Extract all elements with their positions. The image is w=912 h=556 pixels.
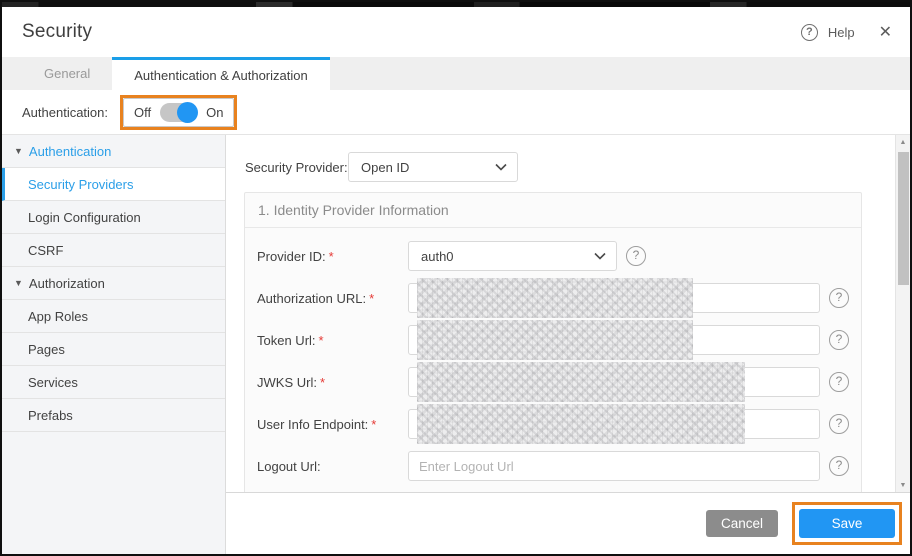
required-asterisk: *	[329, 249, 334, 264]
logout-url-input-box	[408, 451, 820, 481]
security-provider-select[interactable]: Open ID	[348, 152, 518, 182]
header-actions: ? Help ✕	[801, 22, 892, 42]
redacted-value-blur	[417, 362, 745, 402]
field-label: JWKS Url:*	[257, 375, 408, 390]
scroll-up-icon[interactable]: ▲	[900, 135, 907, 149]
dialog-footer: Cancel Save	[226, 492, 910, 554]
dialog-body: ▼ Authentication Security Providers Logi…	[2, 134, 910, 554]
field-row-token-url: Token Url:* ?	[245, 319, 861, 361]
field-help-icon[interactable]: ?	[626, 246, 646, 266]
security-provider-row: Security Provider: Open ID	[245, 152, 895, 182]
field-label: Provider ID:*	[257, 249, 408, 264]
redacted-value-blur	[417, 404, 745, 444]
toggle-on-label: On	[206, 105, 223, 120]
field-row-provider-id: Provider ID:* auth0 ?	[245, 235, 861, 277]
field-row-jwks-url: JWKS Url:* ?	[245, 361, 861, 403]
toggle-knob	[177, 102, 198, 123]
authorization-url-input[interactable]	[408, 283, 820, 313]
dialog-header: Security ? Help ✕	[2, 7, 910, 57]
scroll-viewport: Security Provider: Open ID 1. Identity P…	[226, 135, 910, 492]
authentication-toggle[interactable]: Off On	[123, 98, 234, 127]
token-url-input[interactable]	[408, 325, 820, 355]
field-label: Token Url:*	[257, 333, 408, 348]
chevron-down-icon	[594, 252, 606, 260]
redacted-value-blur	[417, 278, 693, 318]
scroll-down-icon[interactable]: ▼	[900, 478, 907, 492]
authentication-label: Authentication:	[22, 105, 108, 120]
chevron-down-icon	[495, 163, 507, 171]
provider-id-value: auth0	[421, 249, 454, 264]
user-info-endpoint-input[interactable]	[408, 409, 820, 439]
help-link[interactable]: Help	[828, 25, 855, 40]
required-asterisk: *	[369, 291, 374, 306]
provider-id-select[interactable]: auth0	[408, 241, 617, 271]
security-provider-form: Security Provider: Open ID 1. Identity P…	[226, 135, 895, 492]
tab-authentication-authorization[interactable]: Authentication & Authorization	[112, 57, 329, 90]
tab-bar: General Authentication & Authorization	[2, 57, 910, 90]
sidebar-item-services[interactable]: Services	[2, 366, 225, 399]
triangle-down-icon: ▼	[14, 278, 23, 288]
scrollbar-thumb[interactable]	[898, 152, 909, 285]
field-label: User Info Endpoint:*	[257, 417, 408, 432]
redacted-value-blur	[417, 320, 693, 360]
required-asterisk: *	[319, 333, 324, 348]
field-help-icon[interactable]: ?	[829, 456, 849, 476]
toggle-switch[interactable]	[160, 103, 197, 122]
field-help-icon[interactable]: ?	[829, 288, 849, 308]
tab-general[interactable]: General	[22, 57, 112, 90]
sidebar-item-csrf[interactable]: CSRF	[2, 234, 225, 267]
logout-url-input[interactable]	[409, 452, 819, 480]
security-dialog: Security ? Help ✕ General Authentication…	[2, 7, 910, 554]
close-icon[interactable]: ✕	[879, 22, 892, 42]
orange-highlight-box: Off On	[120, 95, 237, 130]
field-help-icon[interactable]: ?	[829, 330, 849, 350]
sidebar: ▼ Authentication Security Providers Logi…	[2, 135, 226, 554]
required-asterisk: *	[320, 375, 325, 390]
security-provider-value: Open ID	[361, 160, 409, 175]
security-dialog-window: Security ? Help ✕ General Authentication…	[0, 0, 912, 556]
identity-provider-panel: 1. Identity Provider Information Provide…	[244, 192, 862, 492]
field-help-icon[interactable]: ?	[829, 414, 849, 434]
sidebar-group-label: Authentication	[29, 144, 111, 159]
sidebar-item-login-configuration[interactable]: Login Configuration	[2, 201, 225, 234]
field-row-authorization-url: Authorization URL:* ?	[245, 277, 861, 319]
identity-provider-fields: Provider ID:* auth0 ?	[245, 228, 861, 487]
security-provider-label: Security Provider:	[245, 160, 348, 175]
authentication-toggle-row: Authentication: Off On	[2, 90, 910, 134]
field-row-logout-url: Logout Url: ?	[245, 445, 861, 487]
main-panel: Security Provider: Open ID 1. Identity P…	[226, 135, 910, 554]
orange-highlight-box: Save	[792, 502, 902, 545]
page-title: Security	[22, 21, 92, 43]
toggle-off-label: Off	[134, 105, 151, 120]
field-label: Authorization URL:*	[257, 291, 408, 306]
sidebar-group-label: Authorization	[29, 276, 105, 291]
sidebar-item-prefabs[interactable]: Prefabs	[2, 399, 225, 432]
field-help-icon[interactable]: ?	[829, 372, 849, 392]
triangle-down-icon: ▼	[14, 146, 23, 156]
sidebar-group-authentication[interactable]: ▼ Authentication	[2, 135, 225, 168]
cancel-button[interactable]: Cancel	[706, 510, 778, 537]
sidebar-item-security-providers[interactable]: Security Providers	[2, 168, 225, 201]
sidebar-item-pages[interactable]: Pages	[2, 333, 225, 366]
help-icon[interactable]: ?	[801, 24, 818, 41]
field-label: Logout Url:	[257, 459, 408, 474]
field-row-user-info-endpoint: User Info Endpoint:* ?	[245, 403, 861, 445]
save-button[interactable]: Save	[799, 509, 895, 538]
required-asterisk: *	[371, 417, 376, 432]
vertical-scrollbar[interactable]: ▲ ▼	[895, 135, 910, 492]
sidebar-item-app-roles[interactable]: App Roles	[2, 300, 225, 333]
jwks-url-input[interactable]	[408, 367, 820, 397]
section-title: 1. Identity Provider Information	[245, 193, 861, 228]
sidebar-group-authorization[interactable]: ▼ Authorization	[2, 267, 225, 300]
